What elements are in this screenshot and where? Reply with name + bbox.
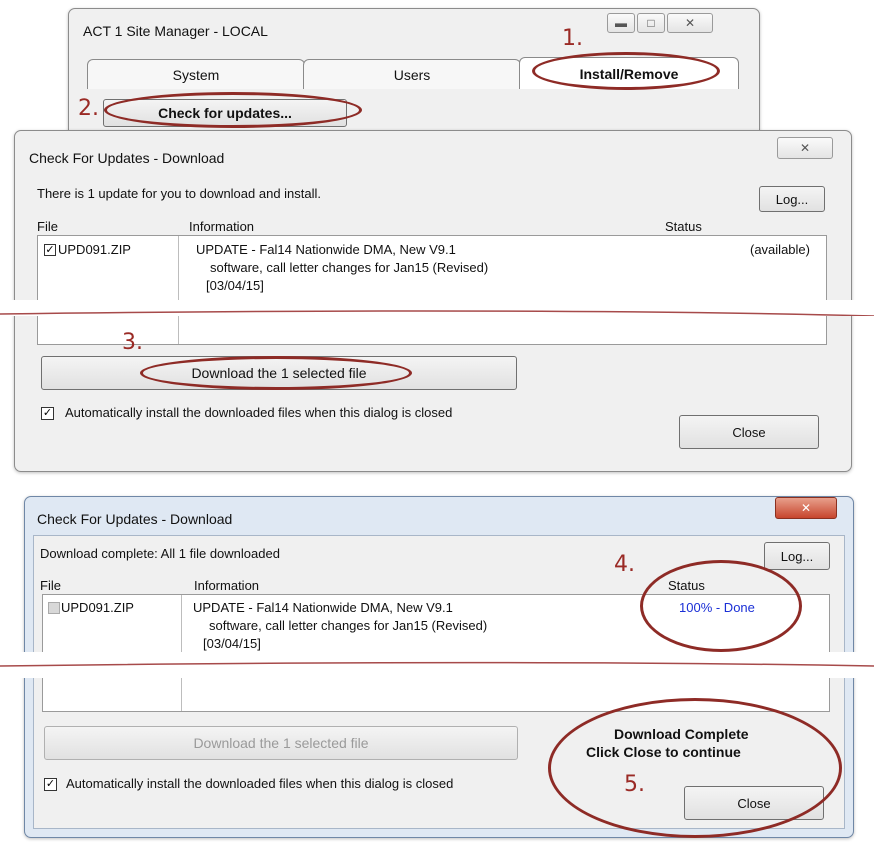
dialog1-col-information: Information — [189, 219, 255, 234]
dialog2-file-checkbox — [48, 602, 60, 614]
dialog1-file-name: UPD091.ZIP — [58, 242, 131, 257]
dialog1-message: There is 1 update for you to download an… — [37, 186, 322, 201]
dialog2-file-name: UPD091.ZIP — [61, 600, 134, 615]
annotation-step-4: 4. — [614, 552, 635, 577]
annotation-ellipse-close — [548, 698, 842, 838]
dialog1-info-line3: [03/04/15] — [206, 278, 264, 293]
tab-system[interactable]: System — [87, 59, 305, 89]
dialog1-col-status: Status — [665, 219, 702, 234]
dialog2-auto-install-checkbox[interactable]: ✓ — [44, 778, 57, 791]
annotation-ellipse-install-remove — [532, 52, 720, 90]
dialog1-close-button[interactable]: Close — [679, 415, 819, 449]
annotation-ellipse-status — [640, 560, 802, 652]
close-window-button[interactable]: ✕ — [667, 13, 713, 33]
dialog2-close-icon[interactable]: ✕ — [775, 497, 837, 519]
dialog1-file-list[interactable]: ✓ UPD091.ZIP UPDATE - Fal14 Nationwide D… — [37, 235, 827, 345]
dialog2-info-line3: [03/04/15] — [203, 636, 261, 651]
dialog2-title: Check For Updates - Download — [37, 511, 233, 527]
tab-users[interactable]: Users — [303, 59, 521, 89]
dialog1-file-checkbox[interactable]: ✓ — [44, 244, 56, 256]
dialog2-col-file: File — [40, 578, 61, 593]
minimize-button[interactable]: ▬ — [607, 13, 635, 33]
dialog2-auto-install-label: Automatically install the downloaded fil… — [66, 776, 454, 791]
annotation-ellipse-check-updates — [104, 92, 362, 128]
dialog1-auto-install-checkbox[interactable]: ✓ — [41, 407, 54, 420]
dialog2-info-line2: software, call letter changes for Jan15 … — [209, 618, 488, 633]
annotation-step-3: 3. — [122, 330, 143, 355]
annotation-step-1: 1. — [562, 26, 583, 51]
annotation-ellipse-download-button — [140, 356, 412, 390]
dialog2-log-button[interactable]: Log... — [764, 542, 830, 570]
dialog1-status-value: (available) — [750, 242, 810, 257]
dialog1-info-line1: UPDATE - Fal14 Nationwide DMA, New V9.1 — [196, 242, 456, 257]
dialog2-info-line1: UPDATE - Fal14 Nationwide DMA, New V9.1 — [193, 600, 453, 615]
dialog1-log-button[interactable]: Log... — [759, 186, 825, 212]
dialog2-download-button: Download the 1 selected file — [44, 726, 518, 760]
dialog1-title: Check For Updates - Download — [29, 150, 225, 166]
annotation-step-2: 2. — [78, 96, 99, 121]
dialog2-message: Download complete: All 1 file downloaded — [40, 546, 280, 561]
dialog1-col-file: File — [37, 219, 58, 234]
dialog1-info-line2: software, call letter changes for Jan15 … — [210, 260, 489, 275]
maximize-button[interactable]: □ — [637, 13, 665, 33]
site-manager-title: ACT 1 Site Manager - LOCAL — [83, 23, 268, 39]
torn-edge-1 — [0, 300, 874, 316]
torn-edge-2 — [0, 652, 874, 678]
dialog1-close-icon[interactable]: ✕ — [777, 137, 833, 159]
dialog2-col-information: Information — [194, 578, 260, 593]
dialog1-auto-install-label: Automatically install the downloaded fil… — [65, 405, 453, 420]
